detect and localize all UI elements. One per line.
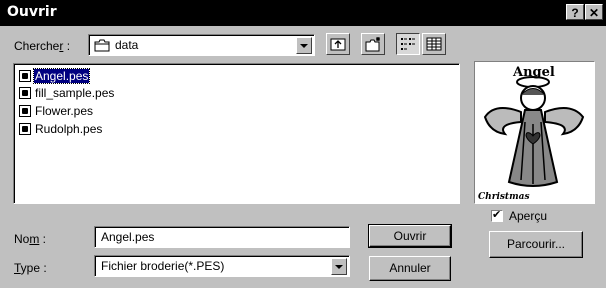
list-item[interactable]: Angel.pes [19,68,91,84]
pes-file-icon [19,70,31,82]
open-button[interactable]: Ouvrir [368,224,452,248]
pes-file-icon [19,105,31,117]
preview-pane: Angel Christmas [474,61,595,204]
up-folder-icon [330,37,346,54]
pes-file-icon [19,123,31,135]
title-bar: Ouvrir ? ✕ [0,0,606,26]
preview-checkbox[interactable] [491,208,503,222]
list-view-button[interactable] [396,33,420,55]
help-button[interactable]: ? [566,4,584,20]
new-folder-icon [365,37,382,55]
lookin-label: Chercher : [14,39,71,53]
list-view-icon [400,37,416,54]
angel-embroidery-preview: Angel Christmas [478,65,585,202]
list-item[interactable]: fill_sample.pes [19,85,115,101]
close-button[interactable]: ✕ [585,4,603,20]
filename-label: Nom : [14,232,47,246]
preview-bottom-text: Christmas [478,192,530,202]
filetype-dropdown[interactable]: Fichier broderie(*.PES) [94,255,350,277]
cancel-button[interactable]: Annuler [369,256,451,281]
list-item[interactable]: Rudolph.pes [19,121,103,137]
preview-top-text: Angel [512,65,555,80]
folder-icon [94,39,110,55]
list-item[interactable]: Flower.pes [19,103,94,119]
up-folder-button[interactable] [326,33,350,55]
details-view-button[interactable] [422,33,446,55]
browse-button[interactable]: Parcourir... [489,231,583,258]
pes-file-icon [19,87,31,99]
lookin-dropdown[interactable]: data [88,34,315,56]
details-view-icon [426,37,442,54]
new-folder-button[interactable] [361,33,385,55]
chevron-down-icon[interactable] [296,37,312,54]
filetype-label: Type : [14,261,47,275]
lookin-value: data [115,38,139,52]
chevron-down-icon[interactable] [331,258,347,275]
window-title: Ouvrir [7,4,57,20]
preview-checkbox-label: Aperçu [509,209,548,223]
filename-input[interactable]: Angel.pes [94,226,350,248]
file-list[interactable]: Angel.pes fill_sample.pes Flower.pes Rud… [13,63,460,204]
